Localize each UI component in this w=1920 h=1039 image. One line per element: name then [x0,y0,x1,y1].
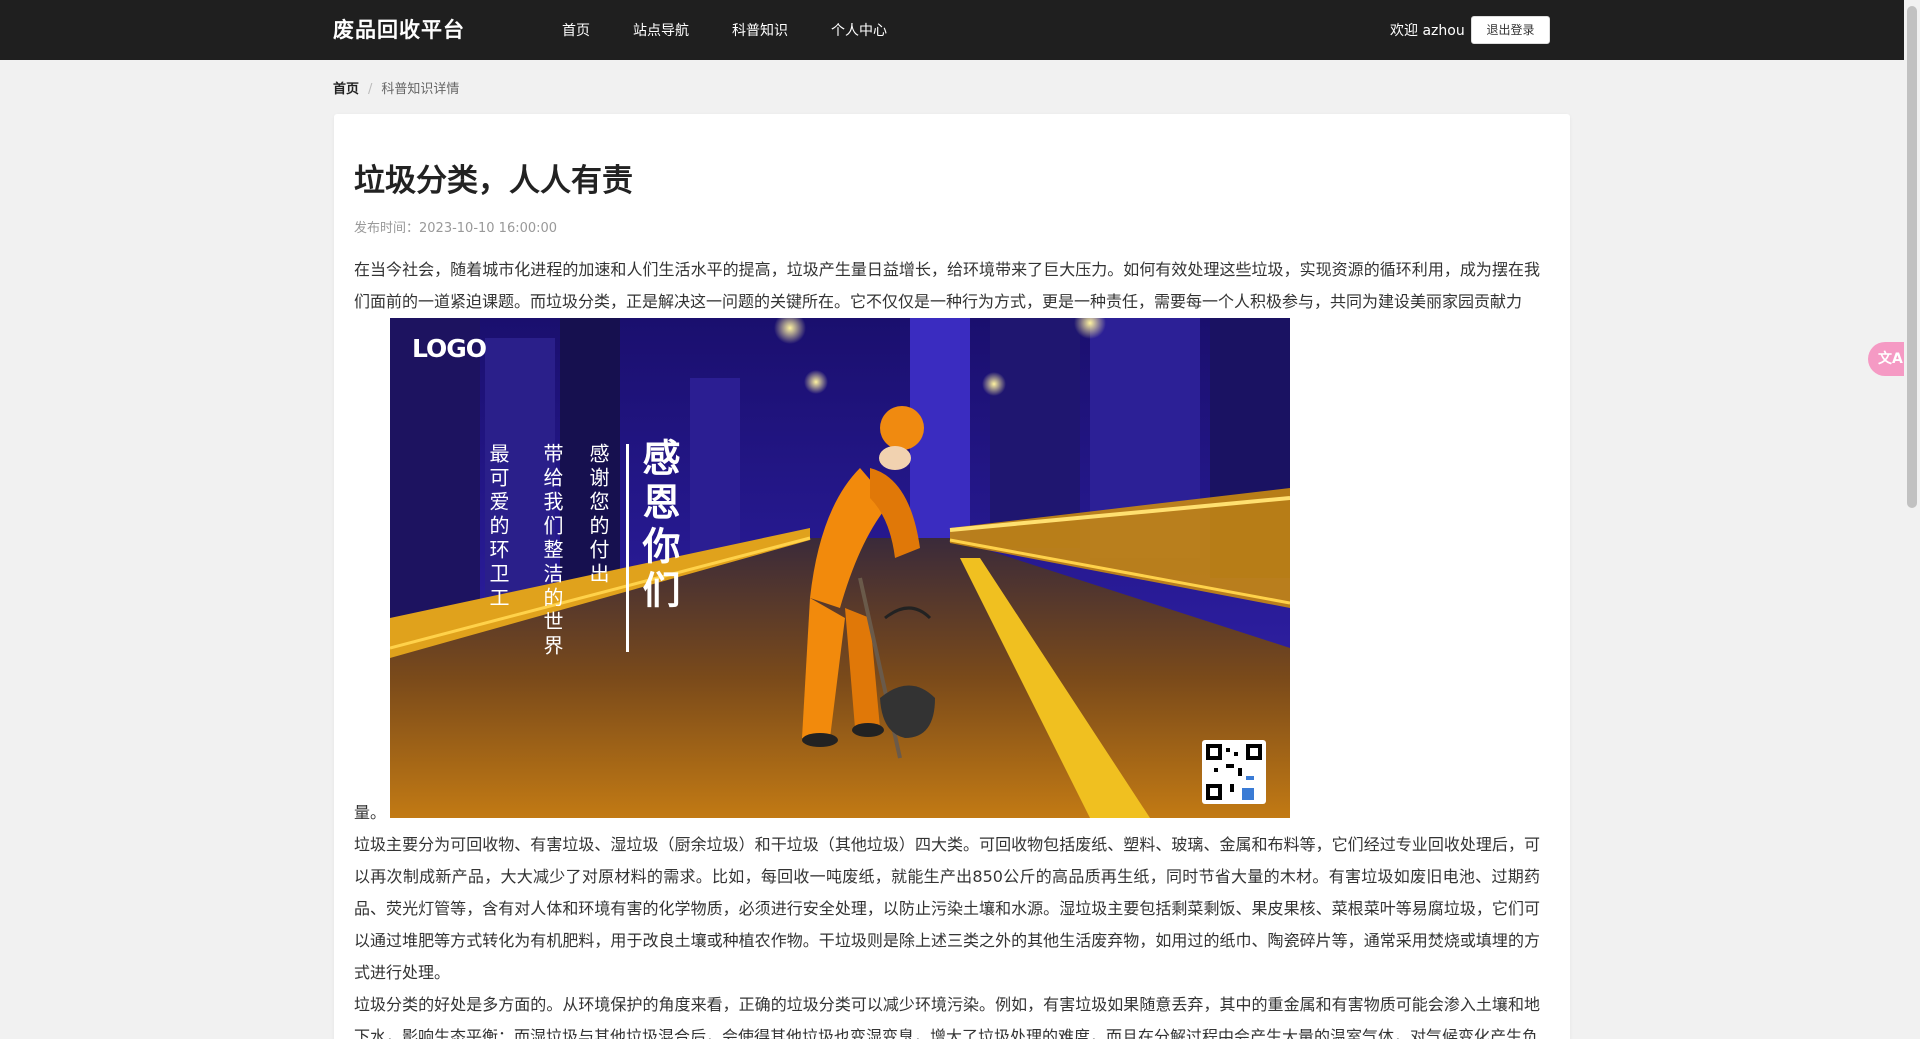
article-title: 垃圾分类，人人有责 [354,163,633,199]
nav-home[interactable]: 首页 [562,20,590,40]
nav-personal-center[interactable]: 个人中心 [831,20,887,40]
poster-illustration [390,318,1290,818]
breadcrumb-separator: / [368,82,373,97]
qr-code-icon [1202,740,1266,804]
poster-line-1: 感谢您的付出 [586,443,610,587]
welcome-text: 欢迎 azhou [1390,23,1465,39]
nav-science-knowledge[interactable]: 科普知识 [732,20,788,40]
site-brand[interactable]: 废品回收平台 [333,14,465,44]
poster-headline: 感恩你们 [636,438,680,614]
logout-button[interactable]: 退出登录 [1471,16,1550,44]
article-paragraph-3: 垃圾分类的好处是多方面的。从环境保护的角度来看，正确的垃圾分类可以减少环境污染。… [354,995,1540,1039]
poster-divider [626,444,629,652]
publish-time: 发布时间：2023-10-10 16:00:00 [354,221,558,236]
breadcrumb: 首页 / 科普知识详情 [333,78,459,97]
poster-line-2: 带给我们整洁的世界 [540,443,564,659]
article-poster-image: LOGO 感恩你们 感谢您的付出 带给我们整洁的世界 最可爱的环卫工 [390,318,1290,818]
scrollbar-thumb[interactable] [1907,6,1917,508]
article-paragraph-1: 在当今社会，随着城市化进程的加速和人们生活水平的提高，垃圾产生量日益增长，给环境… [354,260,1540,311]
breadcrumb-home[interactable]: 首页 [333,82,359,97]
nav-site-navigation[interactable]: 站点导航 [633,20,689,40]
breadcrumb-current: 科普知识详情 [381,82,460,97]
poster-line-3: 最可爱的环卫工 [486,443,510,611]
top-navbar: 废品回收平台 首页 站点导航 科普知识 个人中心 欢迎 azhou 退出登录 [0,0,1904,60]
poster-logo: LOGO [412,334,487,363]
article-paragraph-1-tail: 量。 [354,803,387,822]
translate-icon[interactable]: 文A [1868,342,1908,376]
article-paragraph-2: 垃圾主要分为可回收物、有害垃圾、湿垃圾（厨余垃圾）和干垃圾（其他垃圾）四大类。可… [354,835,1540,982]
